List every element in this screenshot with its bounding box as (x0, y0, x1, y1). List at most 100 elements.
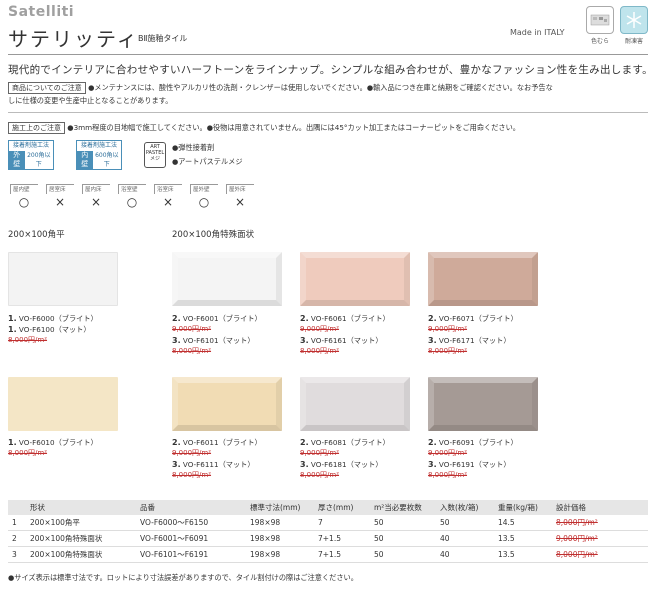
usage-mark: × (234, 195, 246, 209)
product-label: 1. VO-F6000（ブライト） 1. VO-F6100（マット） 8,000… (8, 313, 98, 346)
tile-bevel (428, 252, 538, 306)
product-label: 1. VO-F6010（ブライト） 8,000円/m² (8, 437, 98, 459)
product-number: 1. (8, 438, 17, 447)
product-note-tag: 商品についてのご注意 (8, 82, 86, 94)
product-code: VO-F6000（ブライト） (18, 314, 98, 323)
product-number: 3. (300, 336, 309, 345)
table-cell: 40 (436, 530, 494, 547)
table-cell: 50 (370, 546, 436, 563)
table-cell: 7+1.5 (314, 530, 370, 547)
product-label: 2. VO-F6011（ブライト） 9,000円/m² 3. VO-F6111（… (172, 437, 262, 481)
tile-swatch (172, 377, 282, 431)
table-cell: VO-F6000～F6150 (136, 515, 246, 531)
tile-bevel-edge (532, 252, 538, 306)
product-price: 8,000円/m² (172, 347, 212, 355)
method-top: 接着剤施工法 (12, 142, 49, 149)
table-cell: 50 (370, 530, 436, 547)
product-price: 8,000円/m² (172, 471, 212, 479)
product-price: 9,000円/m² (300, 449, 340, 457)
tile-bevel-edge (172, 300, 282, 306)
art-badge-line: メジ (149, 156, 160, 162)
method-exterior-badge: 接着剤施工法 外壁 200角以下 (8, 140, 54, 170)
product-price: 9,000円/m² (172, 325, 212, 333)
usage-label: 浴室壁 (118, 184, 146, 194)
product-code: VO-F6111（マット） (182, 460, 255, 469)
product-label: 2. VO-F6061（ブライト） 9,000円/m² 3. VO-F6161（… (300, 313, 390, 357)
product-note-line1: ●メンテナンスには、酸性やアルカリ性の洗剤・クレンザーは使用しないでください。●… (88, 83, 553, 92)
table-cell: 2 (8, 530, 26, 547)
frost-resistant-icon (620, 6, 648, 34)
tile-bevel-edge (300, 377, 410, 383)
product-number: 2. (300, 314, 309, 323)
tile-bevel-edge (172, 377, 282, 383)
tile-bevel-edge (276, 252, 282, 306)
tile-bevel-edge (300, 425, 410, 431)
install-note: 施工上のご注意 ●3mm程度の目地幅で施工してください。●役物は用意されていませ… (8, 122, 520, 134)
tile-bevel-edge (428, 252, 538, 258)
origin-label: Made in ITALY (510, 28, 565, 37)
frost-resistant-label: 耐凍害 (624, 38, 643, 45)
method-label: 外壁 (9, 151, 25, 169)
product-label: 2. VO-F6001（ブライト） 9,000円/m² 3. VO-F6101（… (172, 313, 262, 357)
tile-bevel (172, 252, 282, 306)
tile-bevel-edge (404, 252, 410, 306)
product-note-line2: しに仕様の変更や生産中止となることがあります。 (8, 96, 173, 105)
usage-label: 屋内壁 (10, 184, 38, 194)
product-code: VO-F6171（マット） (438, 336, 511, 345)
color-variation-icon (586, 6, 614, 34)
tile-bevel-edge (404, 377, 410, 431)
product-number: 3. (428, 336, 437, 345)
table-cell: 13.5 (494, 546, 552, 563)
product-number: 2. (172, 314, 181, 323)
usage-mark: × (162, 195, 174, 209)
tile-bevel-edge (172, 425, 282, 431)
tile-bevel-edge (276, 377, 282, 431)
product-number: 3. (300, 460, 309, 469)
table-cell: 40 (436, 546, 494, 563)
tile-bevel-edge (300, 252, 306, 306)
product-price: 9,000円/m² (300, 325, 340, 333)
product-number: 3. (172, 460, 181, 469)
brand-name: Satelliti (8, 4, 75, 20)
usage-mark: × (54, 195, 66, 209)
product-price: 8,000円/m² (300, 471, 340, 479)
usage-bath-floor: 浴室床 × (154, 184, 182, 212)
table-header: 標準寸法(mm) (246, 500, 314, 515)
product-label: 2. VO-F6091（ブライト） 9,000円/m² 3. VO-F6191（… (428, 437, 518, 481)
tile-bevel-edge (300, 252, 410, 258)
usage-mark: ○ (18, 195, 30, 209)
product-code: VO-F6001（ブライト） (182, 314, 262, 323)
table-cell: 1 (8, 515, 26, 531)
product-label: 2. VO-F6081（ブライト） 9,000円/m² 3. VO-F6181（… (300, 437, 390, 481)
product-price: 9,000円/m² (172, 449, 212, 457)
table-cell: 200×100角特殊面状 (26, 546, 136, 563)
table-cell: 13.5 (494, 530, 552, 547)
table-cell-price: 9,000円/m² (552, 530, 648, 547)
product-number: 3. (428, 460, 437, 469)
table-cell: 50 (370, 515, 436, 531)
product-code: VO-F6081（ブライト） (310, 438, 390, 447)
product-code: VO-F6091（ブライト） (438, 438, 518, 447)
tile-bevel (428, 377, 538, 431)
table-header: 品番 (136, 500, 246, 515)
tile-bevel-edge (428, 300, 538, 306)
product-number: 2. (300, 438, 309, 447)
usage-label: 浴室床 (154, 184, 182, 194)
product-title: サテリッティ (8, 27, 139, 51)
usage-bath-wall: 浴室壁 ○ (118, 184, 146, 212)
product-price: 8,000円/m² (8, 336, 48, 344)
product-code: VO-F6100（マット） (18, 325, 91, 334)
product-note: 商品についてのご注意 ●メンテナンスには、酸性やアルカリ性の洗剤・クレンザーは使… (8, 82, 648, 94)
product-label: 2. VO-F6071（ブライト） 9,000円/m² 3. VO-F6171（… (428, 313, 518, 357)
tile-bevel-edge (300, 377, 306, 431)
tile-swatch (300, 252, 410, 306)
product-number: 2. (172, 438, 181, 447)
product-code: VO-F6011（ブライト） (182, 438, 262, 447)
product-number: 3. (172, 336, 181, 345)
tile-bevel-edge (300, 300, 410, 306)
tile-swatch (8, 377, 118, 431)
usage-mark: ○ (126, 195, 138, 209)
usage-indoor-wall: 屋内壁 ○ (10, 184, 38, 212)
product-code: VO-F6161（マット） (310, 336, 383, 345)
table-header: 厚さ(mm) (314, 500, 370, 515)
